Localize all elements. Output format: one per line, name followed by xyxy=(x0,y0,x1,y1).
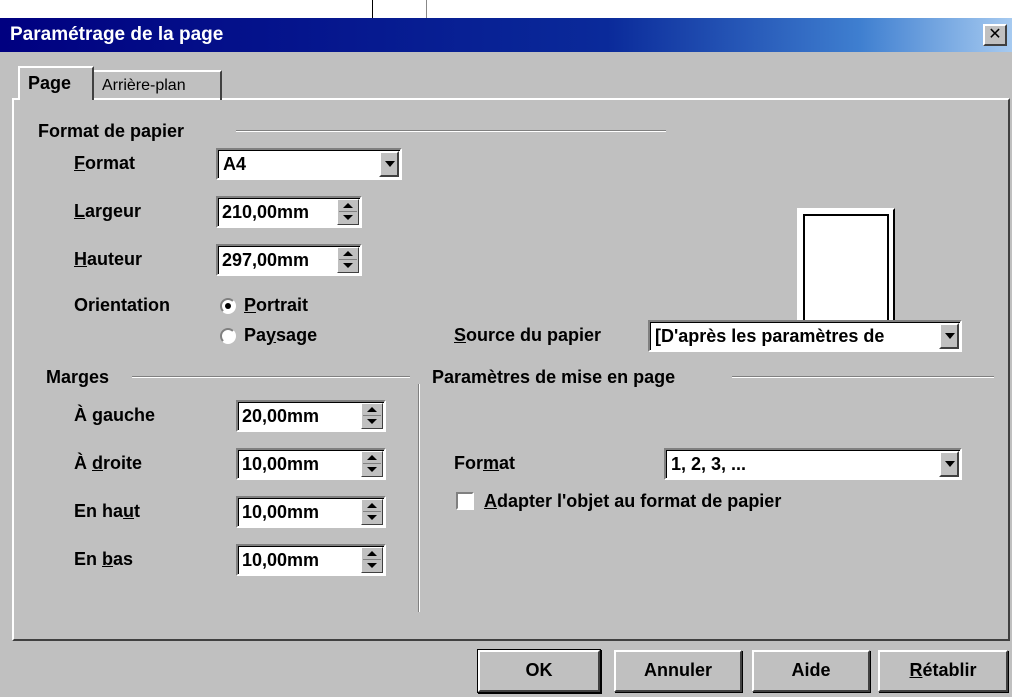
cancel-button[interactable]: Annuler xyxy=(614,650,742,692)
orientation-label: Orientation xyxy=(74,295,171,315)
height-value: 297,00mm xyxy=(222,250,310,270)
paper-source-label: Source du papier xyxy=(454,325,602,345)
reset-button[interactable]: Rétablir xyxy=(878,650,1008,692)
close-icon: ✕ xyxy=(988,26,1002,43)
spin-arrows-icon[interactable] xyxy=(361,499,383,525)
margin-right-spinner[interactable]: 10,00mm xyxy=(236,448,386,480)
ok-button-label: OK xyxy=(525,660,553,680)
page-number-format-label: Format xyxy=(454,453,516,473)
page-number-format-select[interactable]: 1, 2, 3, ... xyxy=(664,448,962,480)
width-spinner[interactable]: 210,00mm xyxy=(216,196,362,228)
width-value: 210,00mm xyxy=(222,202,310,222)
margin-top-value: 10,00mm xyxy=(242,502,320,522)
margin-bottom-value: 10,00mm xyxy=(242,550,320,570)
margin-left-value: 20,00mm xyxy=(242,406,320,426)
spin-arrows-icon[interactable] xyxy=(337,199,359,225)
group-separator xyxy=(732,376,994,378)
tab-page-label: Page xyxy=(28,73,72,93)
group-separator xyxy=(418,384,420,612)
margin-right-value: 10,00mm xyxy=(242,454,320,474)
title-bar[interactable]: Paramétrage de la page ✕ xyxy=(0,18,1012,52)
tab-background-label: Arrière-plan xyxy=(102,77,186,94)
landscape-radio[interactable] xyxy=(220,328,236,344)
close-button[interactable]: ✕ xyxy=(983,24,1007,46)
paper-source-select[interactable]: [D'après les paramètres de xyxy=(648,320,962,352)
cancel-button-label: Annuler xyxy=(643,660,712,680)
landscape-label[interactable]: Paysage xyxy=(244,324,317,346)
help-button[interactable]: Aide xyxy=(752,650,870,692)
page-number-format-value: 1, 2, 3, ... xyxy=(671,454,747,474)
tab-page[interactable]: Page xyxy=(18,66,94,100)
ruler-line xyxy=(426,0,427,18)
dialog-title: Paramétrage de la page xyxy=(10,24,224,45)
margin-top-spinner[interactable]: 10,00mm xyxy=(236,496,386,528)
margin-top-label: En haut xyxy=(74,501,141,521)
margin-bottom-spinner[interactable]: 10,00mm xyxy=(236,544,386,576)
fit-object-label[interactable]: Adapter l'objet au format de papier xyxy=(484,490,781,512)
portrait-radio[interactable] xyxy=(220,298,236,314)
spin-arrows-icon[interactable] xyxy=(361,451,383,477)
margin-right-label: À droite xyxy=(74,453,143,473)
layout-settings-group-title: Paramètres de mise en page xyxy=(432,367,676,387)
ok-button[interactable]: OK xyxy=(478,650,600,692)
height-label: Hauteur xyxy=(74,249,143,269)
group-separator xyxy=(236,130,666,132)
margin-left-label: À gauche xyxy=(74,405,156,425)
chevron-down-icon[interactable] xyxy=(939,323,959,349)
chevron-down-icon[interactable] xyxy=(379,151,399,177)
tab-panel-page: Format de papier Format A4 Largeur 210,0… xyxy=(12,98,1010,641)
tab-background[interactable]: Arrière-plan xyxy=(94,70,222,100)
format-select-value: A4 xyxy=(223,154,247,174)
reset-button-label: Rétablir xyxy=(909,660,977,680)
ruler-line xyxy=(372,0,373,18)
format-label: Format xyxy=(74,153,136,173)
chevron-down-icon[interactable] xyxy=(939,451,959,477)
fit-object-checkbox[interactable] xyxy=(456,492,474,510)
margin-bottom-label: En bas xyxy=(74,549,134,569)
paper-source-value: [D'après les paramètres de xyxy=(655,326,885,346)
spin-arrows-icon[interactable] xyxy=(361,403,383,429)
group-separator xyxy=(132,376,410,378)
spin-arrows-icon[interactable] xyxy=(361,547,383,573)
page-setup-dialog: Paramétrage de la page ✕ Page Arrière-pl… xyxy=(0,18,1012,697)
paper-format-group-title: Format de papier xyxy=(38,121,185,141)
help-button-label: Aide xyxy=(791,660,831,680)
margin-left-spinner[interactable]: 20,00mm xyxy=(236,400,386,432)
height-spinner[interactable]: 297,00mm xyxy=(216,244,362,276)
margins-group-title: Marges xyxy=(46,367,110,387)
spin-arrows-icon[interactable] xyxy=(337,247,359,273)
portrait-label[interactable]: Portrait xyxy=(244,294,308,316)
width-label: Largeur xyxy=(74,201,142,221)
format-select[interactable]: A4 xyxy=(216,148,402,180)
